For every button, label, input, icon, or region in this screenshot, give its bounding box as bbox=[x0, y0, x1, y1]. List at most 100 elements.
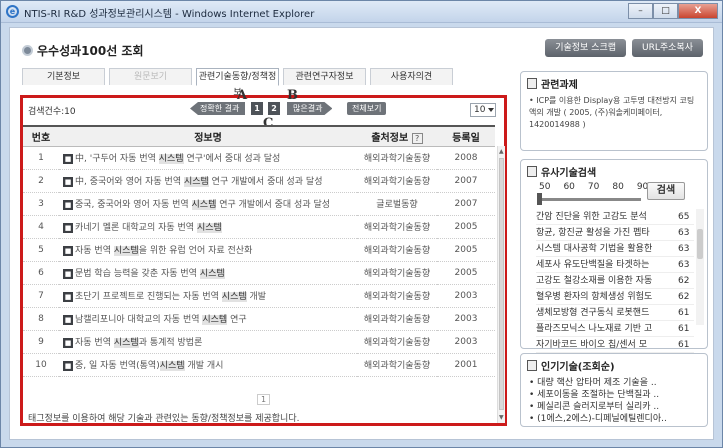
hot-tech-header: 인기기술(조회순) bbox=[521, 354, 707, 377]
item-score: 63 bbox=[678, 260, 690, 270]
row-num: 10 bbox=[23, 353, 59, 377]
scroll-thumb[interactable] bbox=[697, 229, 703, 259]
list-item[interactable]: • (1에스,2에스)-디페닐에틸렌디아.. bbox=[529, 413, 699, 425]
tab-bar: 기본정보 원문보기 관련기술동향/정책정보 관련연구자정보 사용자의견 bbox=[22, 68, 453, 98]
row-title-pre: 中, 중국어와 영어 자동 번역 bbox=[75, 177, 184, 187]
list-item[interactable]: 생체모방형 견구동식 로봇핸드 61 bbox=[536, 305, 694, 321]
view-all-button[interactable]: 전체보기 bbox=[347, 102, 387, 115]
document-icon bbox=[527, 78, 537, 89]
list-item[interactable]: 고강도 철강소재를 이용한 자동 62 bbox=[536, 273, 694, 289]
scroll-down-icon[interactable]: ▼ bbox=[499, 414, 504, 421]
annotation-a: A bbox=[237, 88, 248, 103]
maximize-button[interactable]: □ bbox=[653, 3, 678, 19]
row-title[interactable]: ■ 문법 학습 능력을 갖춘 자동 번역 시스템 bbox=[59, 261, 357, 285]
scroll-up-icon[interactable]: ▲ bbox=[499, 148, 504, 155]
list-item[interactable]: 혈우병 환자의 항체생성 위험도 62 bbox=[536, 289, 694, 305]
related-project-header: 관련과제 bbox=[521, 72, 707, 95]
row-title-post: 연구 개발에서 중대 성과 달성 bbox=[208, 177, 323, 187]
list-item[interactable]: • 폐실리콘 슬러지로부터 실리카 .. bbox=[529, 401, 699, 413]
tab-basic-info[interactable]: 기본정보 bbox=[22, 68, 105, 85]
table-row[interactable]: 5 ■ 자동 번역 시스템을 위한 유럽 언어 자료 전산화 해외과학기술동향 2… bbox=[23, 238, 495, 262]
row-title[interactable]: ■ 자동 번역 시스템을 위한 유럽 언어 자료 전산화 bbox=[59, 238, 357, 262]
row-title-post: 연구'에서 중대 성과 달성 bbox=[183, 154, 281, 164]
row-num: 3 bbox=[23, 192, 59, 216]
list-item[interactable]: • 대량 핵산 압타머 제조 기술을 .. bbox=[529, 377, 699, 389]
table-row[interactable]: 2 ■ 中, 중국어와 영어 자동 번역 시스템 연구 개발에서 중대 성과 달성… bbox=[23, 169, 495, 193]
keyword-highlight: 시스템 bbox=[196, 223, 222, 233]
table-row[interactable]: 10 ■ 중, 일 자동 번역(통역)시스템 개발 개시 해외과학기술동향 200… bbox=[23, 353, 495, 377]
similar-list-scrollbar[interactable] bbox=[696, 209, 704, 325]
page-2-button[interactable]: 2 bbox=[268, 102, 280, 115]
row-title[interactable]: ■ 中, 중국어와 영어 자동 번역 시스템 연구 개발에서 중대 성과 달성 bbox=[59, 169, 357, 193]
tab-related-trends[interactable]: 관련기술동향/정책정보 bbox=[196, 68, 279, 98]
row-year: 2005 bbox=[437, 238, 495, 262]
list-item[interactable]: 플라즈모닉스 나노재료 기반 고 61 bbox=[536, 321, 694, 337]
document-icon: ■ bbox=[63, 291, 73, 302]
table-row[interactable]: 7 ■ 초단기 프로젝트로 진행되는 자동 번역 시스템 개발 해외과학기술동향 … bbox=[23, 284, 495, 308]
copy-url-button[interactable]: URL주소복사 bbox=[632, 39, 703, 57]
row-title[interactable]: ■ 중국, 중국어와 영어 자동 번역 시스템 연구 개발에서 중대 성과 달성 bbox=[59, 192, 357, 216]
row-title[interactable]: ■ 카네기 멜론 대학교의 자동 번역 시스템 bbox=[59, 215, 357, 239]
results-table: 번호 정보명 출처정보 ? 등록일 1 ■ 中, '구두어 자동 번역 시스템 연… bbox=[23, 125, 495, 377]
row-num: 7 bbox=[23, 284, 59, 308]
row-source: 글로벌동향 bbox=[357, 192, 437, 216]
scrap-button[interactable]: 기술정보 스크랩 bbox=[545, 39, 627, 57]
table-row[interactable]: 4 ■ 카네기 멜론 대학교의 자동 번역 시스템 해외과학기술동향 2005 bbox=[23, 215, 495, 239]
list-item[interactable]: • 세포이동을 조절하는 단백질과 .. bbox=[529, 389, 699, 401]
table-row[interactable]: 8 ■ 남캘리포니아 대학교의 자동 번역 시스템 연구 해외과학기술동향 200… bbox=[23, 307, 495, 331]
similarity-slider-track[interactable] bbox=[539, 198, 641, 201]
item-score: 61 bbox=[678, 340, 690, 350]
row-title-post: 개발 개시 bbox=[184, 361, 224, 371]
row-source: 해외과학기술동향 bbox=[357, 284, 437, 308]
results-panel: 검색건수:10 정확한 결과 1 2 많은결과 전체보기 10 A B C 번호… bbox=[20, 88, 507, 426]
tab-researchers[interactable]: 관련연구자정보 bbox=[283, 68, 366, 85]
slider-tick: 70 bbox=[587, 182, 600, 192]
per-page-select[interactable]: 10 bbox=[470, 103, 496, 117]
tab-user-opinion[interactable]: 사용자의견 bbox=[370, 68, 453, 85]
table-row[interactable]: 1 ■ 中, '구두어 자동 번역 시스템 연구'에서 중대 성과 달성 해외과학… bbox=[23, 146, 495, 170]
list-item[interactable]: 시스템 대사공학 기법을 활용한 63 bbox=[536, 241, 694, 257]
table-row[interactable]: 6 ■ 문법 학습 능력을 갖춘 자동 번역 시스템 해외과학기술동향 2005 bbox=[23, 261, 495, 285]
row-year: 2005 bbox=[437, 261, 495, 285]
list-item[interactable]: 간암 진단을 위한 고감도 분석 65 bbox=[536, 209, 694, 225]
list-item[interactable]: 자기바코드 바이오 칩/센서 모 61 bbox=[536, 337, 694, 353]
item-title: 자기바코드 바이오 칩/센서 모 bbox=[536, 340, 647, 350]
list-item[interactable]: 항균, 항진균 활성을 가진 펩타 63 bbox=[536, 225, 694, 241]
row-title[interactable]: ■ 中, '구두어 자동 번역 시스템 연구'에서 중대 성과 달성 bbox=[59, 146, 357, 170]
page-1-button[interactable]: 1 bbox=[251, 102, 263, 115]
row-title[interactable]: ■ 자동 번역 시스템과 통계적 방법론 bbox=[59, 330, 357, 354]
slider-tick: 60 bbox=[563, 182, 575, 192]
similarity-slider-handle[interactable] bbox=[537, 193, 542, 205]
row-title[interactable]: ■ 남캘리포니아 대학교의 자동 번역 시스템 연구 bbox=[59, 307, 357, 331]
minimize-button[interactable]: – bbox=[628, 3, 653, 19]
keyword-highlight: 시스템 bbox=[221, 292, 247, 302]
row-title-pre: 자동 번역 bbox=[75, 338, 114, 348]
item-title: 간암 진단을 위한 고감도 분석 bbox=[536, 212, 647, 222]
row-title-pre: 초단기 프로젝트로 진행되는 자동 번역 bbox=[75, 292, 222, 302]
row-title[interactable]: ■ 초단기 프로젝트로 진행되는 자동 번역 시스템 개발 bbox=[59, 284, 357, 308]
table-row[interactable]: 9 ■ 자동 번역 시스템과 통계적 방법론 해외과학기술동향 2003 bbox=[23, 330, 495, 354]
row-year: 2003 bbox=[437, 330, 495, 354]
close-button[interactable]: X bbox=[678, 3, 718, 19]
scroll-thumb[interactable] bbox=[499, 158, 504, 410]
similar-search-button[interactable]: 검색 bbox=[647, 182, 685, 200]
precise-results-button[interactable]: 정확한 결과 bbox=[190, 102, 246, 115]
help-icon[interactable]: ? bbox=[411, 132, 423, 144]
related-project-text[interactable]: • ICP를 이용한 Display용 고투명 대전방지 코팅액의 개발 ( 2… bbox=[521, 95, 707, 131]
results-scrollbar[interactable]: ▲ ▼ bbox=[497, 146, 505, 423]
chevron-down-icon bbox=[488, 108, 494, 112]
list-item[interactable]: 세포사 유도단백질을 타겟하는 63 bbox=[536, 257, 694, 273]
per-page-value: 10 bbox=[474, 105, 486, 115]
row-title[interactable]: ■ 중, 일 자동 번역(통역)시스템 개발 개시 bbox=[59, 353, 357, 377]
pager-current[interactable]: 1 bbox=[257, 394, 271, 405]
row-year: 2001 bbox=[437, 353, 495, 377]
table-row[interactable]: 3 ■ 중국, 중국어와 영어 자동 번역 시스템 연구 개발에서 중대 성과 달… bbox=[23, 192, 495, 216]
row-title-pre: 자동 번역 bbox=[75, 246, 114, 256]
more-results-button[interactable]: 많은결과 bbox=[287, 102, 332, 115]
col-header-title: 정보명 bbox=[59, 125, 357, 147]
annotation-b: B bbox=[287, 88, 298, 103]
window-controls: – □ X bbox=[628, 3, 718, 19]
item-score: 61 bbox=[678, 308, 690, 318]
item-score: 63 bbox=[678, 228, 690, 238]
keyword-highlight: 시스템 bbox=[199, 269, 225, 279]
